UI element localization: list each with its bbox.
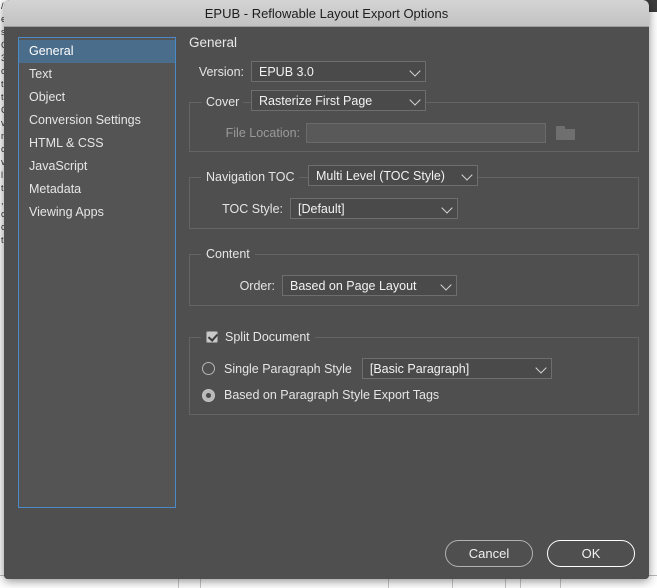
sidebar-item-label: Metadata	[29, 182, 82, 196]
export-tags-row[interactable]: Based on Paragraph Style Export Tags	[202, 388, 439, 402]
single-paragraph-style-label: Single Paragraph Style	[224, 361, 352, 376]
page-title: General	[189, 35, 238, 50]
sidebar-item-html-and-css[interactable]: HTML & CSS	[19, 132, 175, 155]
sidebar-item-label: Text	[29, 67, 52, 81]
settings-content-panel: General Version: EPUB 3.0 File Location:	[189, 35, 639, 519]
checkbox-split-document[interactable]	[206, 331, 218, 343]
chevron-down-icon	[440, 278, 452, 291]
settings-category-list[interactable]: General Text Object Conversion Settings …	[18, 37, 176, 508]
chevron-down-icon	[441, 201, 453, 214]
chevron-down-icon	[535, 361, 547, 374]
dialog-body: General Text Object Conversion Settings …	[4, 27, 649, 579]
navigation-toc-legend: Navigation TOC	[201, 170, 300, 184]
sidebar-item-conversion-settings[interactable]: Conversion Settings	[19, 109, 175, 132]
sidebar-item-text[interactable]: Text	[19, 63, 175, 86]
radio-single-paragraph-style[interactable]	[202, 362, 215, 375]
file-location-input[interactable]	[306, 123, 546, 143]
toc-style-value: [Default]	[298, 201, 345, 216]
content-legend: Content	[201, 247, 255, 261]
toc-style-label: TOC Style:	[222, 201, 283, 216]
version-dropdown[interactable]: EPUB 3.0	[251, 61, 426, 82]
sidebar-item-label: Viewing Apps	[29, 205, 104, 219]
folder-icon[interactable]	[555, 125, 577, 142]
content-group: Order: Based on Page Layout	[189, 254, 639, 306]
order-label: Order:	[239, 278, 275, 293]
chevron-down-icon	[409, 93, 421, 106]
sidebar-item-label: Object	[29, 90, 66, 104]
order-value: Based on Page Layout	[290, 278, 417, 293]
sidebar-item-object[interactable]: Object	[19, 86, 175, 109]
single-paragraph-style-row[interactable]: Single Paragraph Style [Basic Paragraph]	[202, 358, 552, 379]
toc-style-row: TOC Style: [Default]	[215, 198, 458, 219]
radio-based-on-export-tags[interactable]	[202, 388, 215, 402]
navigation-toc-dropdown[interactable]: Multi Level (TOC Style)	[308, 165, 478, 186]
export-options-dialog: EPUB - Reflowable Layout Export Options …	[4, 0, 649, 579]
ok-button[interactable]: OK	[547, 540, 635, 567]
sidebar-item-label: General	[29, 44, 74, 58]
version-value: EPUB 3.0	[259, 64, 314, 79]
sidebar-item-javascript[interactable]: JavaScript	[19, 155, 175, 178]
cover-value: Rasterize First Page	[259, 93, 373, 108]
version-row: Version: EPUB 3.0	[189, 61, 426, 82]
toc-style-dropdown[interactable]: [Default]	[290, 198, 458, 219]
sidebar-item-label: HTML & CSS	[29, 136, 104, 150]
file-location-label: File Location:	[225, 126, 300, 140]
cover-label: Cover	[206, 95, 240, 109]
sidebar-item-general[interactable]: General	[19, 40, 175, 63]
cancel-button[interactable]: Cancel	[445, 540, 533, 567]
split-document-label: Split Document	[225, 330, 310, 344]
sidebar-item-label: Conversion Settings	[29, 113, 141, 127]
version-label: Version:	[198, 64, 244, 79]
file-location-row: File Location:	[215, 123, 577, 143]
dialog-title: EPUB - Reflowable Layout Export Options	[204, 5, 449, 21]
chevron-down-icon	[461, 168, 473, 181]
dialog-titlebar[interactable]: EPUB - Reflowable Layout Export Options	[4, 0, 649, 27]
cover-dropdown[interactable]: Rasterize First Page	[251, 90, 426, 111]
sidebar-item-viewing-apps[interactable]: Viewing Apps	[19, 201, 175, 224]
order-dropdown[interactable]: Based on Page Layout	[282, 275, 457, 296]
cover-legend: Cover	[202, 95, 244, 109]
single-paragraph-style-dropdown[interactable]: [Basic Paragraph]	[361, 358, 552, 379]
split-document-group: Single Paragraph Style [Basic Paragraph]…	[189, 337, 639, 415]
order-row: Order: Based on Page Layout	[215, 275, 457, 296]
sidebar-item-label: JavaScript	[29, 159, 88, 173]
navigation-toc-value: Multi Level (TOC Style)	[316, 168, 445, 183]
dialog-button-bar: Cancel OK	[445, 540, 635, 567]
chevron-down-icon	[409, 64, 421, 77]
split-document-legend[interactable]: Split Document	[201, 330, 315, 344]
single-paragraph-style-value: [Basic Paragraph]	[369, 361, 470, 376]
export-tags-label: Based on Paragraph Style Export Tags	[224, 388, 440, 402]
sidebar-item-metadata[interactable]: Metadata	[19, 178, 175, 201]
